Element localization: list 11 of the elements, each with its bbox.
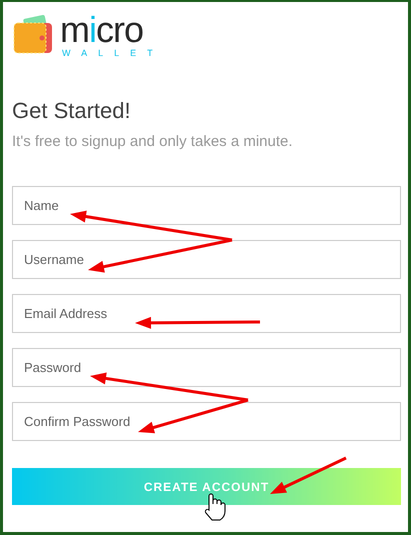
subtitle: It's free to signup and only takes a minute. (12, 133, 294, 150)
logo-wordmark: micro (60, 12, 144, 48)
input-field[interactable]: Password (12, 348, 401, 387)
input-field[interactable]: Confirm Password (12, 402, 401, 441)
heading: Get Started! (12, 98, 132, 124)
create-account-button[interactable]: CREATE ACCOUNT (12, 468, 401, 505)
hand-cursor-icon (204, 494, 226, 520)
logo-tagline: WALLET (61, 49, 164, 58)
input-field[interactable]: Username (12, 240, 401, 279)
input-field[interactable]: Email Address (12, 294, 401, 333)
input-field[interactable]: Name (12, 186, 401, 225)
